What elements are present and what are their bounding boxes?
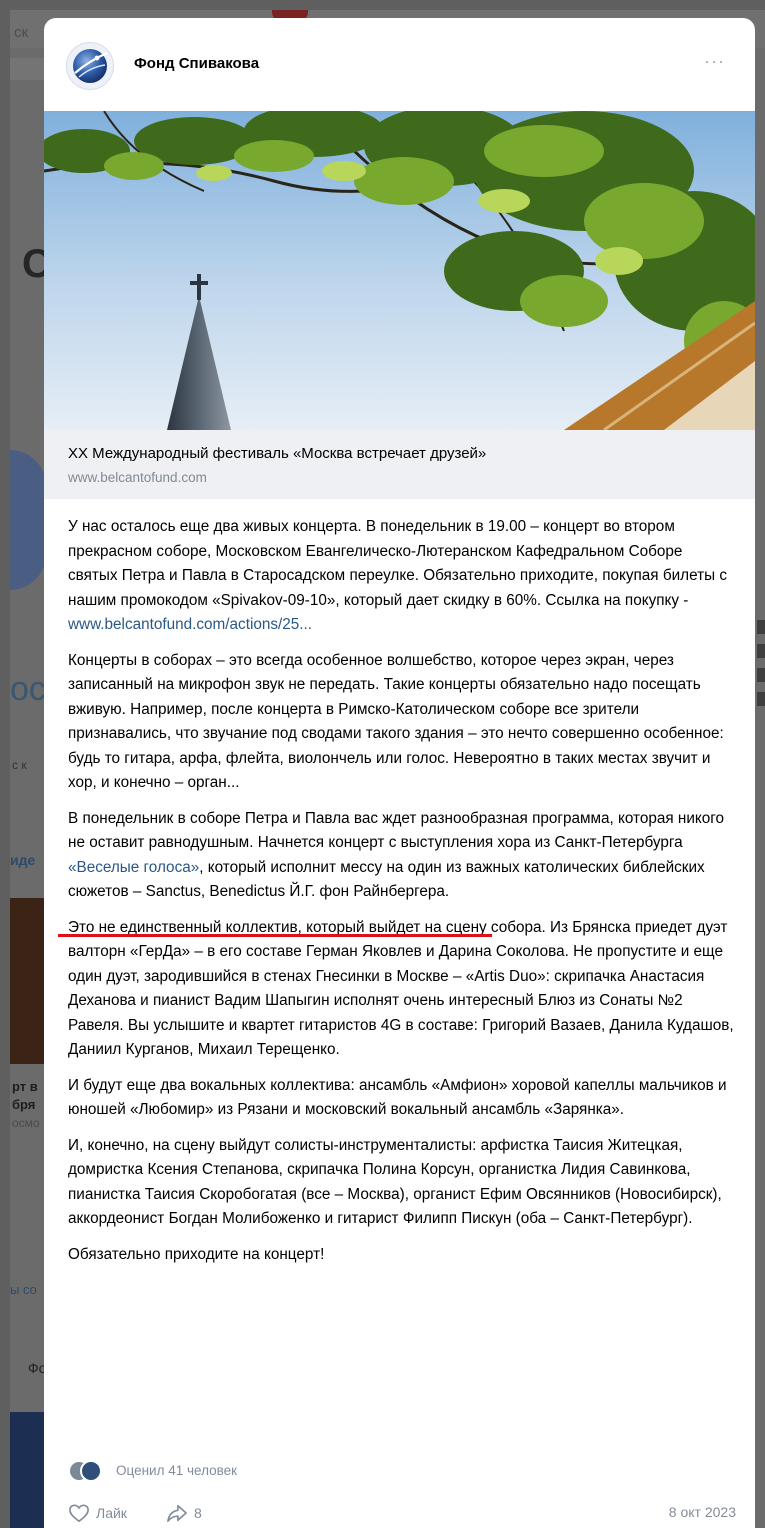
post-paragraph: Обязательно приходите на концерт! [68,1245,325,1263]
paragraph-text: У нас осталось еще два живых концерта. В… [68,518,727,609]
like-label: Лайк [96,1505,127,1521]
background-strip [10,58,44,80]
background-logo-fragment [10,450,46,590]
author-name[interactable]: Фонд Спивакова [134,55,259,72]
post-header: Фонд Спивакова ··· [44,18,755,111]
share-button[interactable]: 8 [166,1502,202,1524]
background-text-fragment [757,644,765,658]
background-link-fragment: ы со [10,1282,37,1297]
background-photo-fragment [10,898,44,1064]
fund-logo-icon [73,49,108,83]
more-options-button[interactable]: ··· [704,51,725,72]
background-text-fragment [757,620,765,634]
preview-title: XX Международный фестиваль «Москва встре… [68,445,487,462]
post-paragraph: Концерты в соборах – это всегда особенно… [68,651,724,792]
likes-count-text: Оценил 41 человек [116,1463,238,1478]
background-text-fragment: бря [12,1097,36,1112]
ellipsis-icon: ··· [704,51,725,71]
choir-link[interactable]: «Веселые голоса» [68,859,199,876]
background-caption-fragment: рт в бря осмо [12,1078,40,1132]
post-text: У нас осталось еще два живых концерта. В… [68,515,736,1278]
post-date[interactable]: 8 окт 2023 [669,1504,736,1520]
preview-domain: www.belcantofund.com [68,470,207,485]
like-button[interactable]: Лайк [68,1502,127,1524]
post-paragraph: И, конечно, на сцену выйдут солисты-инст… [68,1136,722,1228]
preview-image [44,111,755,430]
heart-icon [69,1504,89,1523]
preview-caption: XX Международный фестиваль «Москва встре… [44,430,755,499]
post-paragraph: У нас осталось еще два живых концерта. В… [68,515,736,638]
background-text-fragment: рт в [12,1079,38,1094]
background-text-fragment: осмо [12,1116,40,1130]
post-actions: Лайк 8 8 окт 2023 [68,1502,736,1524]
background-text-fragment: ос [10,670,46,708]
red-underline-annotation [58,934,492,937]
liker-avatar [80,1460,102,1482]
background-search-fragment: ск [14,24,29,41]
background-link-fragment: иде [10,852,36,868]
post-card: Фонд Спивакова ··· XX Международный фест… [44,18,755,1528]
background-text-fragment: с к [12,758,27,772]
background-right-column [757,620,765,880]
background-text-fragment [757,692,765,706]
paragraph-text: В понедельник в соборе Петра и Павла вас… [68,809,725,852]
post-paragraph: В понедельник в соборе Петра и Павла вас… [68,807,736,905]
purchase-link[interactable]: www.belcantofund.com/actions/25... [68,616,312,633]
background-text-fragment [757,668,765,682]
link-preview[interactable]: XX Международный фестиваль «Москва встре… [44,111,755,499]
share-icon [167,1504,187,1522]
author-avatar[interactable] [66,42,114,90]
post-paragraph: Это не единственный коллектив, который в… [68,918,734,1059]
post-paragraph: И будут еще два вокальных коллектива: ан… [68,1076,727,1119]
share-count: 8 [194,1505,202,1521]
